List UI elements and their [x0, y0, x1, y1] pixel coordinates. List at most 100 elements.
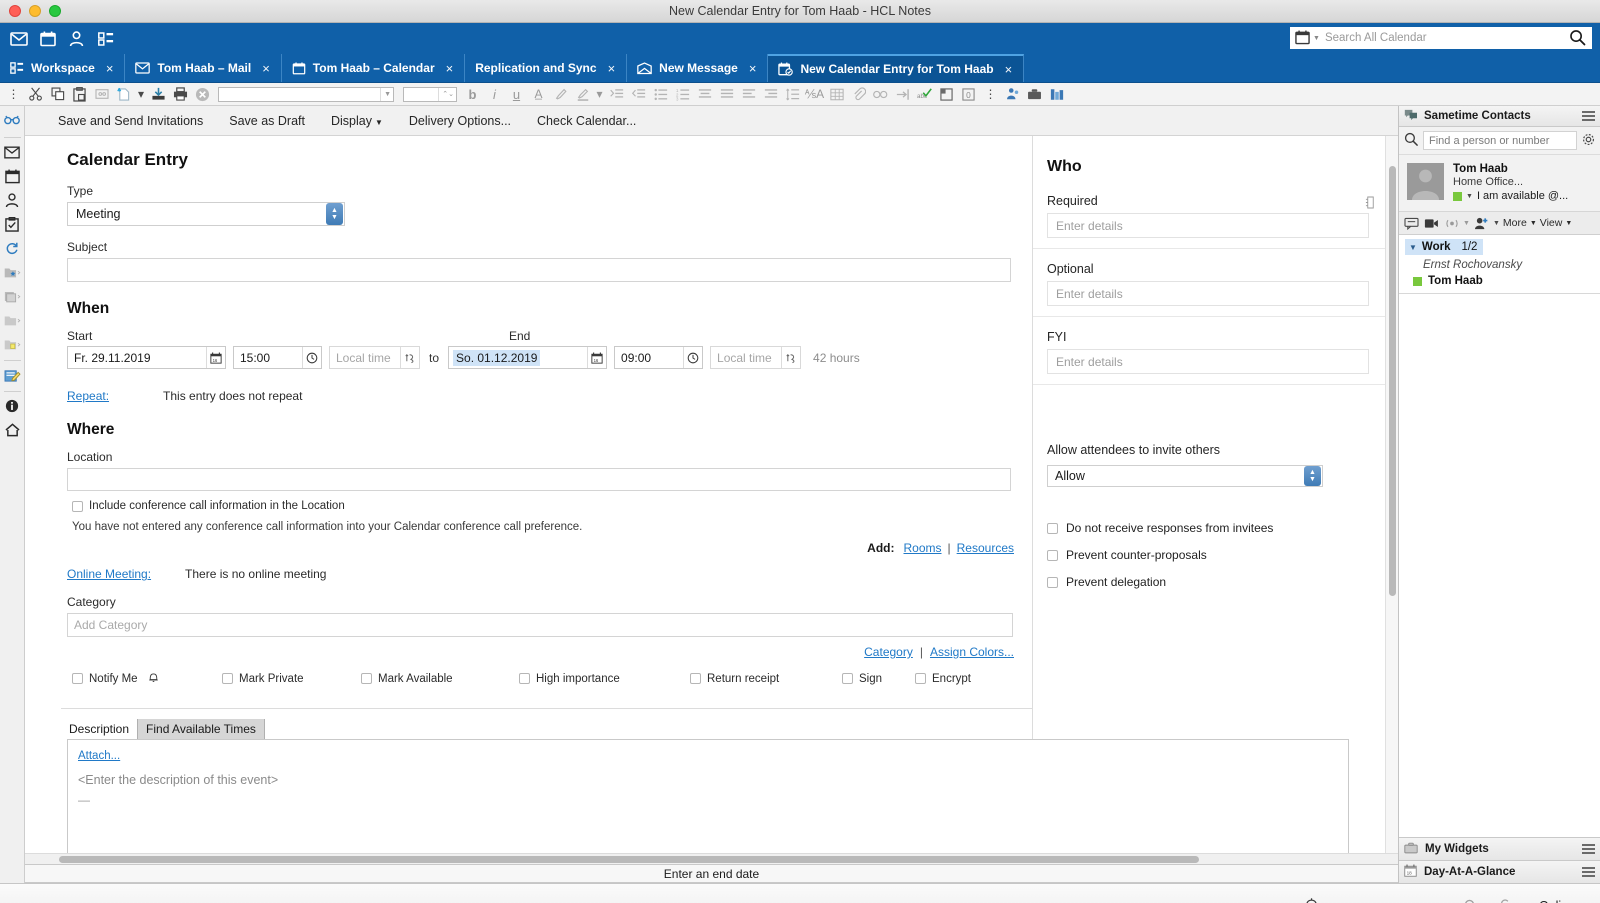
insert-arrow-icon[interactable]	[892, 84, 913, 104]
triangle-down-icon[interactable]: ▼	[1409, 243, 1417, 252]
spinner-icon[interactable]: ▲ ▼	[1304, 466, 1321, 486]
underline-icon[interactable]: u	[506, 84, 527, 104]
tab-workspace[interactable]: Workspace ×	[0, 54, 126, 82]
link-icon[interactable]	[870, 84, 891, 104]
print-icon[interactable]	[170, 84, 191, 104]
optional-input[interactable]: Enter details	[1047, 281, 1369, 306]
sametime-icon[interactable]	[1002, 84, 1023, 104]
close-icon[interactable]: ×	[446, 61, 454, 76]
key-icon[interactable]	[1453, 898, 1475, 903]
save-as-draft-button[interactable]: Save as Draft	[229, 114, 305, 128]
no-responses-checkbox[interactable]	[1047, 522, 1058, 534]
allow-attendees-select[interactable]: Allow ▲ ▼	[1047, 465, 1323, 487]
attach-link[interactable]: Attach...	[78, 750, 128, 762]
contacts-icon[interactable]	[1, 189, 23, 211]
format-toolbar[interactable]: ⋮ ▾ ▼ ⌃⌄ b i u A̲ ▾ 123 ⅍A abc 0 ⋮	[0, 83, 1600, 106]
search-scope-calendar-icon[interactable]	[1295, 30, 1311, 46]
indent-increase-icon[interactable]	[606, 84, 627, 104]
encrypt-option[interactable]: Encrypt	[915, 673, 971, 685]
bold-icon[interactable]: b	[462, 84, 483, 104]
location-input[interactable]	[67, 468, 1011, 491]
search-icon[interactable]	[1569, 29, 1587, 47]
sign-option[interactable]: Sign	[842, 673, 915, 685]
close-icon[interactable]: ×	[106, 61, 114, 76]
font-family-select[interactable]: ▼	[218, 86, 394, 102]
lock-icon[interactable]	[1497, 897, 1517, 903]
table-icon[interactable]	[826, 84, 847, 104]
include-conference-call-checkbox[interactable]	[72, 500, 83, 512]
info-icon[interactable]	[1, 395, 23, 417]
calendar-icon[interactable]	[33, 25, 62, 52]
include-conference-call-row[interactable]: Include conference call information in t…	[72, 500, 1032, 512]
document-vertical-scrollbar[interactable]	[1385, 136, 1398, 853]
search-input[interactable]	[1324, 32, 1569, 44]
document-action-bar[interactable]: Save and Send Invitations Save as Draft …	[25, 106, 1398, 136]
help-icon[interactable]: 0	[958, 84, 979, 104]
sign-checkbox[interactable]	[842, 673, 853, 684]
new-document-dropdown-icon[interactable]: ▾	[135, 84, 147, 104]
open-list-icon[interactable]	[1, 110, 23, 132]
delivery-options-button[interactable]: Delivery Options...	[409, 114, 511, 128]
chevron-down-icon[interactable]: ▼	[1463, 220, 1470, 227]
chevron-down-icon[interactable]: ▼	[1493, 220, 1500, 227]
document-horizontal-scrollbar[interactable]	[25, 853, 1398, 864]
notes-folder-icon[interactable]	[1, 333, 23, 355]
sidebar-menu-icon[interactable]	[1582, 111, 1595, 121]
clock-picker-icon[interactable]	[683, 347, 702, 368]
highlight-icon[interactable]	[550, 84, 571, 104]
chevron-down-icon[interactable]: ▼	[1466, 193, 1473, 200]
applications-icon[interactable]	[1, 285, 23, 307]
end-local-time-field[interactable]: Local time	[710, 346, 802, 369]
calendar-picker-icon[interactable]: 16	[587, 347, 606, 368]
properties-icon[interactable]	[1046, 84, 1067, 104]
replication-icon[interactable]	[1, 237, 23, 259]
end-time-field[interactable]: 09:00	[614, 346, 704, 369]
panel-menu-icon[interactable]	[1582, 867, 1595, 877]
address-book-icon[interactable]	[1365, 196, 1376, 212]
display-menu-button[interactable]: Display ▼	[331, 114, 383, 128]
align-center-icon[interactable]	[694, 84, 715, 104]
italic-icon[interactable]: i	[484, 84, 505, 104]
calendar-picker-icon[interactable]: 16	[206, 347, 225, 368]
paste-special-icon[interactable]	[91, 84, 112, 104]
save-and-send-invitations-button[interactable]: Save and Send Invitations	[58, 114, 203, 128]
mail-icon[interactable]	[1, 141, 23, 163]
contacts-icon[interactable]	[62, 25, 91, 52]
audio-call-icon[interactable]	[1443, 215, 1460, 232]
chevron-down-icon[interactable]: ▼	[1313, 35, 1320, 42]
my-availability-row[interactable]: ▼ I am available @...	[1453, 190, 1594, 202]
tab-strip[interactable]: Workspace × Tom Haab – Mail × Tom Haab –…	[0, 54, 1600, 83]
timezone-picker-icon[interactable]	[400, 347, 419, 368]
start-local-time-field[interactable]: Local time	[329, 346, 420, 369]
mail-icon[interactable]	[4, 25, 33, 52]
end-date-field[interactable]: So. 01.12.2019 16	[448, 346, 608, 369]
fyi-input[interactable]: Enter details	[1047, 349, 1369, 374]
high-importance-option[interactable]: High importance	[519, 673, 690, 685]
check-calendar-button[interactable]: Check Calendar...	[537, 114, 636, 128]
favorites-folder-icon[interactable]	[1, 261, 23, 283]
return-receipt-checkbox[interactable]	[690, 673, 701, 684]
view-menu-button[interactable]: View ▼	[1540, 217, 1573, 229]
find-person-input[interactable]	[1423, 131, 1577, 150]
spellcheck-icon[interactable]: abc	[914, 84, 935, 104]
align-justify-icon[interactable]	[716, 84, 737, 104]
tab-description[interactable]: Description	[61, 719, 139, 739]
high-importance-checkbox[interactable]	[519, 673, 530, 684]
add-rooms-link[interactable]: Rooms	[904, 541, 942, 555]
paste-icon[interactable]	[69, 84, 90, 104]
notify-me-option[interactable]: Notify Me	[72, 671, 222, 686]
bell-icon[interactable]	[1303, 896, 1320, 903]
app-switcher-icons[interactable]	[4, 25, 120, 52]
prevent-delegation-checkbox[interactable]	[1047, 576, 1058, 588]
type-select[interactable]: Meeting ▲ ▼	[67, 202, 345, 226]
cut-icon[interactable]	[25, 84, 46, 104]
prevent-delegation-option[interactable]: Prevent delegation	[1047, 575, 1385, 589]
close-icon[interactable]: ×	[749, 61, 757, 76]
tab-new-message[interactable]: New Message ×	[627, 54, 769, 82]
panel-my-widgets[interactable]: My Widgets	[1399, 837, 1600, 860]
calendar-icon[interactable]	[1, 165, 23, 187]
tab-mail[interactable]: Tom Haab – Mail ×	[125, 54, 282, 82]
clock-picker-icon[interactable]	[302, 347, 321, 368]
align-right-icon[interactable]	[760, 84, 781, 104]
contact-find-row[interactable]: ▼	[1399, 127, 1600, 155]
